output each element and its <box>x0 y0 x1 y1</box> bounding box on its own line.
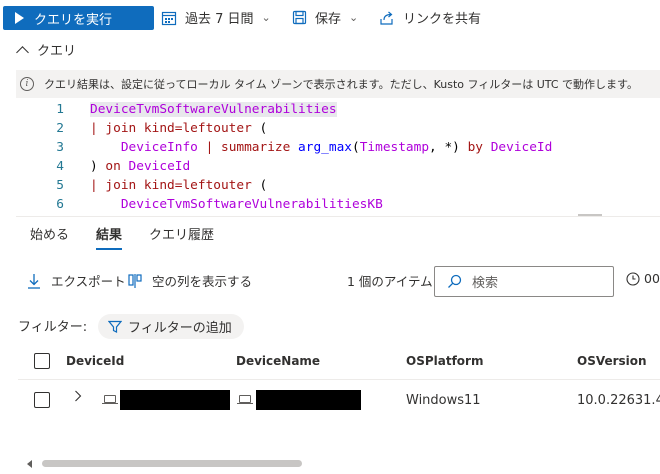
save-icon <box>292 10 307 25</box>
column-header-deviceid[interactable]: DeviceId <box>66 354 124 368</box>
share-link-button[interactable]: リンクを共有 <box>379 8 481 27</box>
export-button[interactable]: エクスポート <box>27 271 126 290</box>
redacted-device-name <box>256 390 361 410</box>
chevron-down-icon: ⌄ <box>349 11 359 24</box>
line-number: 6 <box>56 197 64 212</box>
device-icon <box>102 395 118 404</box>
row-checkbox[interactable] <box>34 392 50 408</box>
info-bar: i クエリ結果は、設定に従ってローカル タイム ゾーンで表示されます。ただし、K… <box>16 70 660 98</box>
code-text: | join kind=leftouter ( <box>90 121 268 136</box>
play-icon <box>15 12 24 24</box>
run-query-label: クエリを実行 <box>34 12 113 28</box>
share-link-label: リンクを共有 <box>403 12 482 27</box>
query-section-toggle[interactable]: クエリ <box>16 40 77 59</box>
code-line: 4 ) on DeviceId <box>16 157 660 176</box>
column-header-osplatform[interactable]: OSPlatform <box>406 354 483 368</box>
calendar-icon <box>161 11 177 25</box>
scroll-left-arrow[interactable] <box>27 460 32 468</box>
line-number: 5 <box>56 178 64 193</box>
os-version-cell: 10.0.22631.41 <box>577 393 660 408</box>
code-line: 5 | join kind=leftouter ( <box>16 176 660 195</box>
chevron-down-icon: ⌄ <box>261 11 271 24</box>
info-bar-text: クエリ結果は、設定に従ってローカル タイム ゾーンで表示されます。ただし、Kus… <box>44 78 638 91</box>
query-section-title: クエリ <box>37 44 77 59</box>
filter-icon <box>108 320 122 333</box>
code-text: ) on DeviceId <box>90 159 191 174</box>
results-tabs: 始める 結果 クエリ履歴 <box>30 224 241 252</box>
query-toolbar: クエリを実行 過去 7 日間 ⌄ 保存 ⌄ リンクを共有 <box>0 0 660 34</box>
code-line: 6 DeviceTvmSoftwareVulnerabilitiesKB <box>16 195 660 214</box>
code-text: DeviceTvmSoftwareVulnerabilitiesKB <box>120 197 383 212</box>
line-number: 1 <box>56 102 64 117</box>
export-label: エクスポート <box>51 274 126 289</box>
code-line: 1 DeviceTvmSoftwareVulnerabilities <box>16 100 660 119</box>
os-platform-cell: Windows11 <box>406 393 481 408</box>
download-icon <box>28 273 40 289</box>
time-range-label: 過去 7 日間 <box>185 12 254 27</box>
code-text: | join kind=leftouter ( <box>90 178 268 193</box>
search-icon <box>448 274 462 288</box>
share-icon <box>380 11 393 25</box>
code-line: 3 DeviceInfo | summarize arg_max(Timesta… <box>16 138 660 157</box>
line-number: 4 <box>56 159 64 174</box>
query-editor[interactable]: 1 DeviceTvmSoftwareVulnerabilities 2 | j… <box>16 99 660 216</box>
elapsed-time-text: 00 <box>644 271 660 286</box>
tab-query-history[interactable]: クエリ履歴 <box>149 224 214 252</box>
info-icon: i <box>20 77 34 91</box>
code-line: 2 | join kind=leftouter ( <box>16 119 660 138</box>
columns-icon <box>128 273 142 288</box>
device-icon <box>237 395 253 404</box>
tab-results[interactable]: 結果 <box>96 224 123 252</box>
save-label: 保存 <box>315 12 342 27</box>
code-text: DeviceInfo | summarize arg_max(Timestamp… <box>120 140 553 155</box>
show-empty-columns-button[interactable]: 空の列を表示する <box>128 271 252 290</box>
clock-icon <box>626 271 640 286</box>
add-filter-button[interactable]: フィルターの追加 <box>98 314 244 339</box>
elapsed-time: 00 <box>626 271 660 286</box>
time-range-dropdown[interactable]: 過去 7 日間 ⌄ <box>161 8 271 27</box>
show-empty-columns-label: 空の列を表示する <box>152 274 253 289</box>
add-filter-label: フィルターの追加 <box>128 321 232 336</box>
line-number: 3 <box>56 140 64 155</box>
line-number: 2 <box>56 121 64 136</box>
header-divider <box>18 379 660 380</box>
chevron-up-icon <box>16 45 29 59</box>
column-header-devicename[interactable]: DeviceName <box>236 354 320 368</box>
save-dropdown[interactable]: 保存 ⌄ <box>292 8 358 27</box>
column-header-osversion[interactable]: OSVersion <box>577 354 647 368</box>
chevron-right-icon[interactable] <box>74 390 82 402</box>
select-all-checkbox[interactable] <box>34 353 50 369</box>
tab-get-started[interactable]: 始める <box>30 224 69 252</box>
editor-divider <box>16 216 660 217</box>
search-placeholder: 検索 <box>472 276 499 291</box>
code-text: DeviceTvmSoftwareVulnerabilities <box>90 102 337 117</box>
redacted-device-id <box>120 390 230 410</box>
search-input[interactable]: 検索 <box>434 266 614 297</box>
run-query-button[interactable]: クエリを実行 <box>3 6 154 30</box>
filter-label: フィルター: <box>18 320 88 335</box>
horizontal-scrollbar[interactable] <box>42 460 302 467</box>
item-count: 1 個のアイテム <box>347 274 433 289</box>
